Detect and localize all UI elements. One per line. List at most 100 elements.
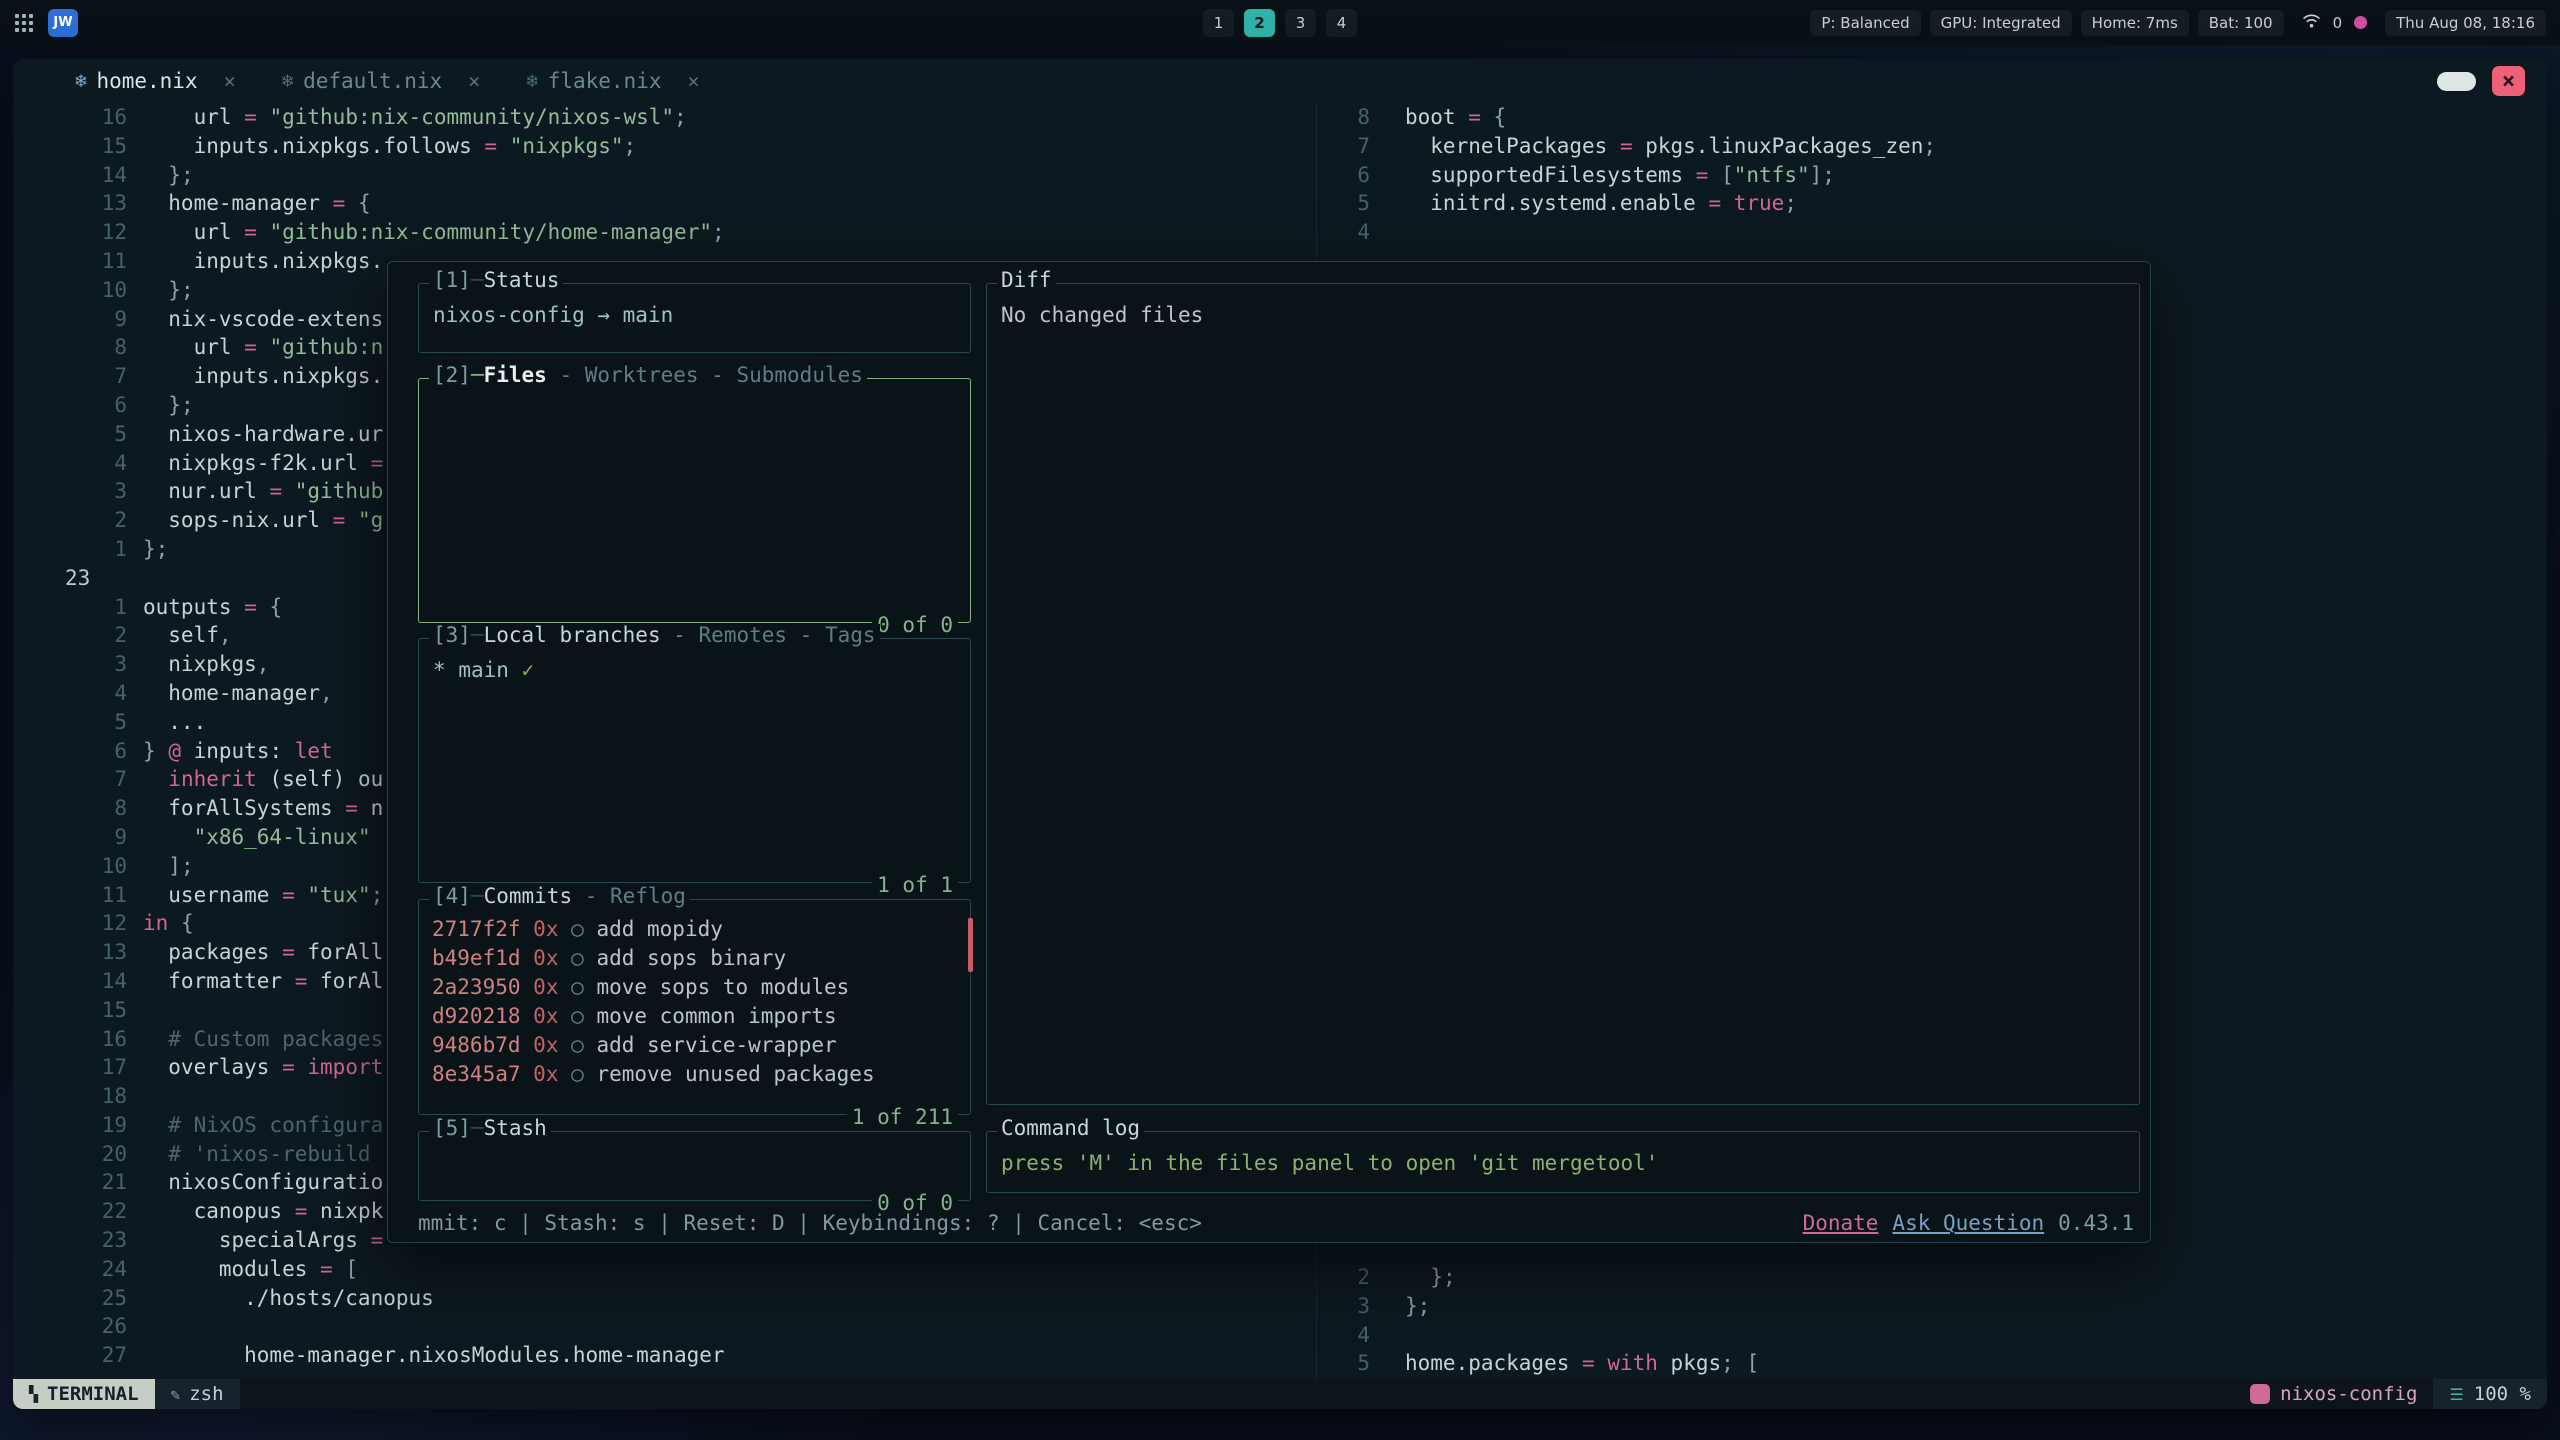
tab-label: home.nix	[96, 69, 197, 93]
code-line: 4	[1317, 1321, 2547, 1350]
line-number: 22	[13, 1197, 143, 1226]
code-text: home.packages = with pkgs; [	[1385, 1349, 1759, 1378]
progress-segment: 100 %	[2433, 1379, 2547, 1409]
workspace-button[interactable]: 4	[1326, 9, 1357, 37]
workspace-button[interactable]: 3	[1285, 9, 1316, 37]
progress-label: 100 %	[2474, 1383, 2531, 1405]
tab-close-icon[interactable]: ×	[687, 69, 699, 93]
code-line: 4	[1317, 218, 2547, 247]
commit-row[interactable]: 2717f2f 0x ○ add mopidy	[432, 915, 970, 944]
code-text: url = "github:nix-community/home-manager…	[143, 218, 725, 247]
panel-count: 1 of 211	[847, 1106, 958, 1128]
line-number: 6	[13, 737, 143, 766]
code-text: url = "github:nix-community/nixos-wsl";	[143, 103, 687, 132]
commit-row[interactable]: 9486b7d 0x ○ add service-wrapper	[432, 1031, 970, 1060]
status-chip: Bat: 100	[2198, 10, 2284, 36]
topbar-chips: P: BalancedGPU: IntegratedHome: 7msBat: …	[1810, 10, 2283, 36]
code-text: nixos-hardware.ur	[143, 420, 383, 449]
branches-panel[interactable]: [3]Local branches - Remotes - Tags * mai…	[418, 638, 971, 883]
files-panel[interactable]: [2]Files - Worktrees - Submodules 0 of 0	[418, 378, 971, 623]
code-line: 26	[13, 1312, 1316, 1341]
commit-graph-icon: ○	[571, 946, 584, 970]
commit-hash: 8e345a7	[432, 1062, 521, 1086]
repo-segment: nixos-config	[2234, 1379, 2433, 1409]
line-number: 8	[13, 333, 143, 362]
commit-author: 0x	[533, 1033, 558, 1057]
commit-scrollbar[interactable]	[968, 918, 973, 972]
code-text: ...	[143, 708, 206, 737]
workspace-button[interactable]: 1	[1203, 9, 1234, 37]
diff-panel[interactable]: Diff No changed files	[986, 283, 2140, 1105]
status-chip: GPU: Integrated	[1930, 10, 2072, 36]
line-number: 16	[13, 1025, 143, 1054]
layout-toggle-button[interactable]	[2437, 72, 2476, 91]
line-number: 6	[1317, 161, 1385, 190]
code-text: inputs.nixpkgs.follows = "nixpkgs";	[143, 132, 636, 161]
code-text: ];	[143, 852, 194, 881]
code-line: 13 home-manager = {	[13, 189, 1316, 218]
code-text: in {	[143, 909, 194, 938]
line-number: 25	[13, 1284, 143, 1313]
pencil-icon	[171, 1385, 181, 1404]
mode-segment: TERMINAL	[13, 1379, 155, 1409]
code-line: 12 url = "github:nix-community/home-mana…	[13, 218, 1316, 247]
line-number: 3	[1317, 1292, 1385, 1321]
tab-home.nix[interactable]: home.nix ×	[75, 69, 236, 93]
code-text: forAllSystems = n	[143, 794, 383, 823]
tab-close-icon[interactable]: ×	[468, 69, 480, 93]
status-chip: P: Balanced	[1810, 10, 1920, 36]
line-number: 8	[13, 794, 143, 823]
status-panel[interactable]: [1]Status nixos-config → main	[418, 283, 971, 353]
system-tray: 0	[2298, 13, 2372, 33]
right-pane-top: 8boot = {7 kernelPackages = pkgs.linuxPa…	[1317, 103, 2547, 247]
code-text: nix-vscode-extens	[143, 305, 383, 334]
workspace-button[interactable]: 2	[1244, 9, 1275, 37]
window-close-button[interactable]: ×	[2492, 66, 2525, 96]
code-line: 2 };	[1317, 1263, 2547, 1292]
line-number: 7	[1317, 132, 1385, 161]
commits-panel[interactable]: [4]Commits - Reflog 2717f2f 0x ○ add mop…	[418, 899, 971, 1115]
commit-row[interactable]: b49ef1d 0x ○ add sops binary	[432, 944, 970, 973]
commit-graph-icon: ○	[571, 975, 584, 999]
code-text: };	[1385, 1292, 1430, 1321]
statusline-spacer	[240, 1379, 2235, 1409]
code-text: supportedFilesystems = ["ntfs"];	[1385, 161, 1835, 190]
code-text: sops-nix.url = "g	[143, 506, 383, 535]
line-number: 5	[1317, 1349, 1385, 1378]
footer-links: Donate Ask Question 0.43.1	[1803, 1211, 2134, 1235]
tray-count: 0	[2333, 14, 2343, 32]
code-text: # Custom packages	[143, 1025, 383, 1054]
command-log-content: press 'M' in the files panel to open 'gi…	[987, 1132, 2139, 1178]
commit-row[interactable]: d920218 0x ○ move common imports	[432, 1002, 970, 1031]
commit-graph-icon: ○	[571, 1062, 584, 1086]
clock: Thu Aug 08, 18:16	[2385, 10, 2546, 36]
wifi-icon[interactable]	[2302, 13, 2321, 33]
line-number: 4	[13, 449, 143, 478]
code-text: initrd.systemd.enable = true;	[1385, 189, 1797, 218]
topbar-left: JW	[14, 9, 78, 37]
topbar-right: P: BalancedGPU: IntegratedHome: 7msBat: …	[1810, 10, 2546, 36]
code-text: nixpkgs,	[143, 650, 269, 679]
repo-name: nixos-config	[2280, 1383, 2417, 1405]
line-number: 10	[13, 852, 143, 881]
code-text: };	[143, 161, 194, 190]
commit-hash: 2a23950	[432, 975, 521, 999]
apps-grid-icon[interactable]	[14, 13, 34, 33]
tab-close-icon[interactable]: ×	[224, 69, 236, 93]
code-text: home-manager.nixosModules.home-manager	[143, 1341, 725, 1370]
version-label: 0.43.1	[2058, 1211, 2134, 1235]
code-text: home-manager,	[143, 679, 333, 708]
accent-dot-icon[interactable]	[2354, 16, 2367, 29]
commit-row[interactable]: 8e345a7 0x ○ remove unused packages	[432, 1060, 970, 1089]
line-number: 5	[1317, 189, 1385, 218]
commit-row[interactable]: 2a23950 0x ○ move sops to modules	[432, 973, 970, 1002]
tab-default.nix[interactable]: default.nix×	[282, 69, 481, 93]
logo-badge[interactable]: JW	[48, 9, 78, 37]
ask-question-link[interactable]: Ask Question	[1892, 1211, 2044, 1235]
command-log-panel[interactable]: Command log press 'M' in the files panel…	[986, 1131, 2140, 1193]
stash-panel[interactable]: [5]Stash 0 of 0	[418, 1131, 971, 1201]
tab-flake.nix[interactable]: flake.nix×	[526, 69, 699, 93]
line-number: 12	[13, 218, 143, 247]
donate-link[interactable]: Donate	[1803, 1211, 1879, 1235]
code-text: };	[143, 391, 194, 420]
